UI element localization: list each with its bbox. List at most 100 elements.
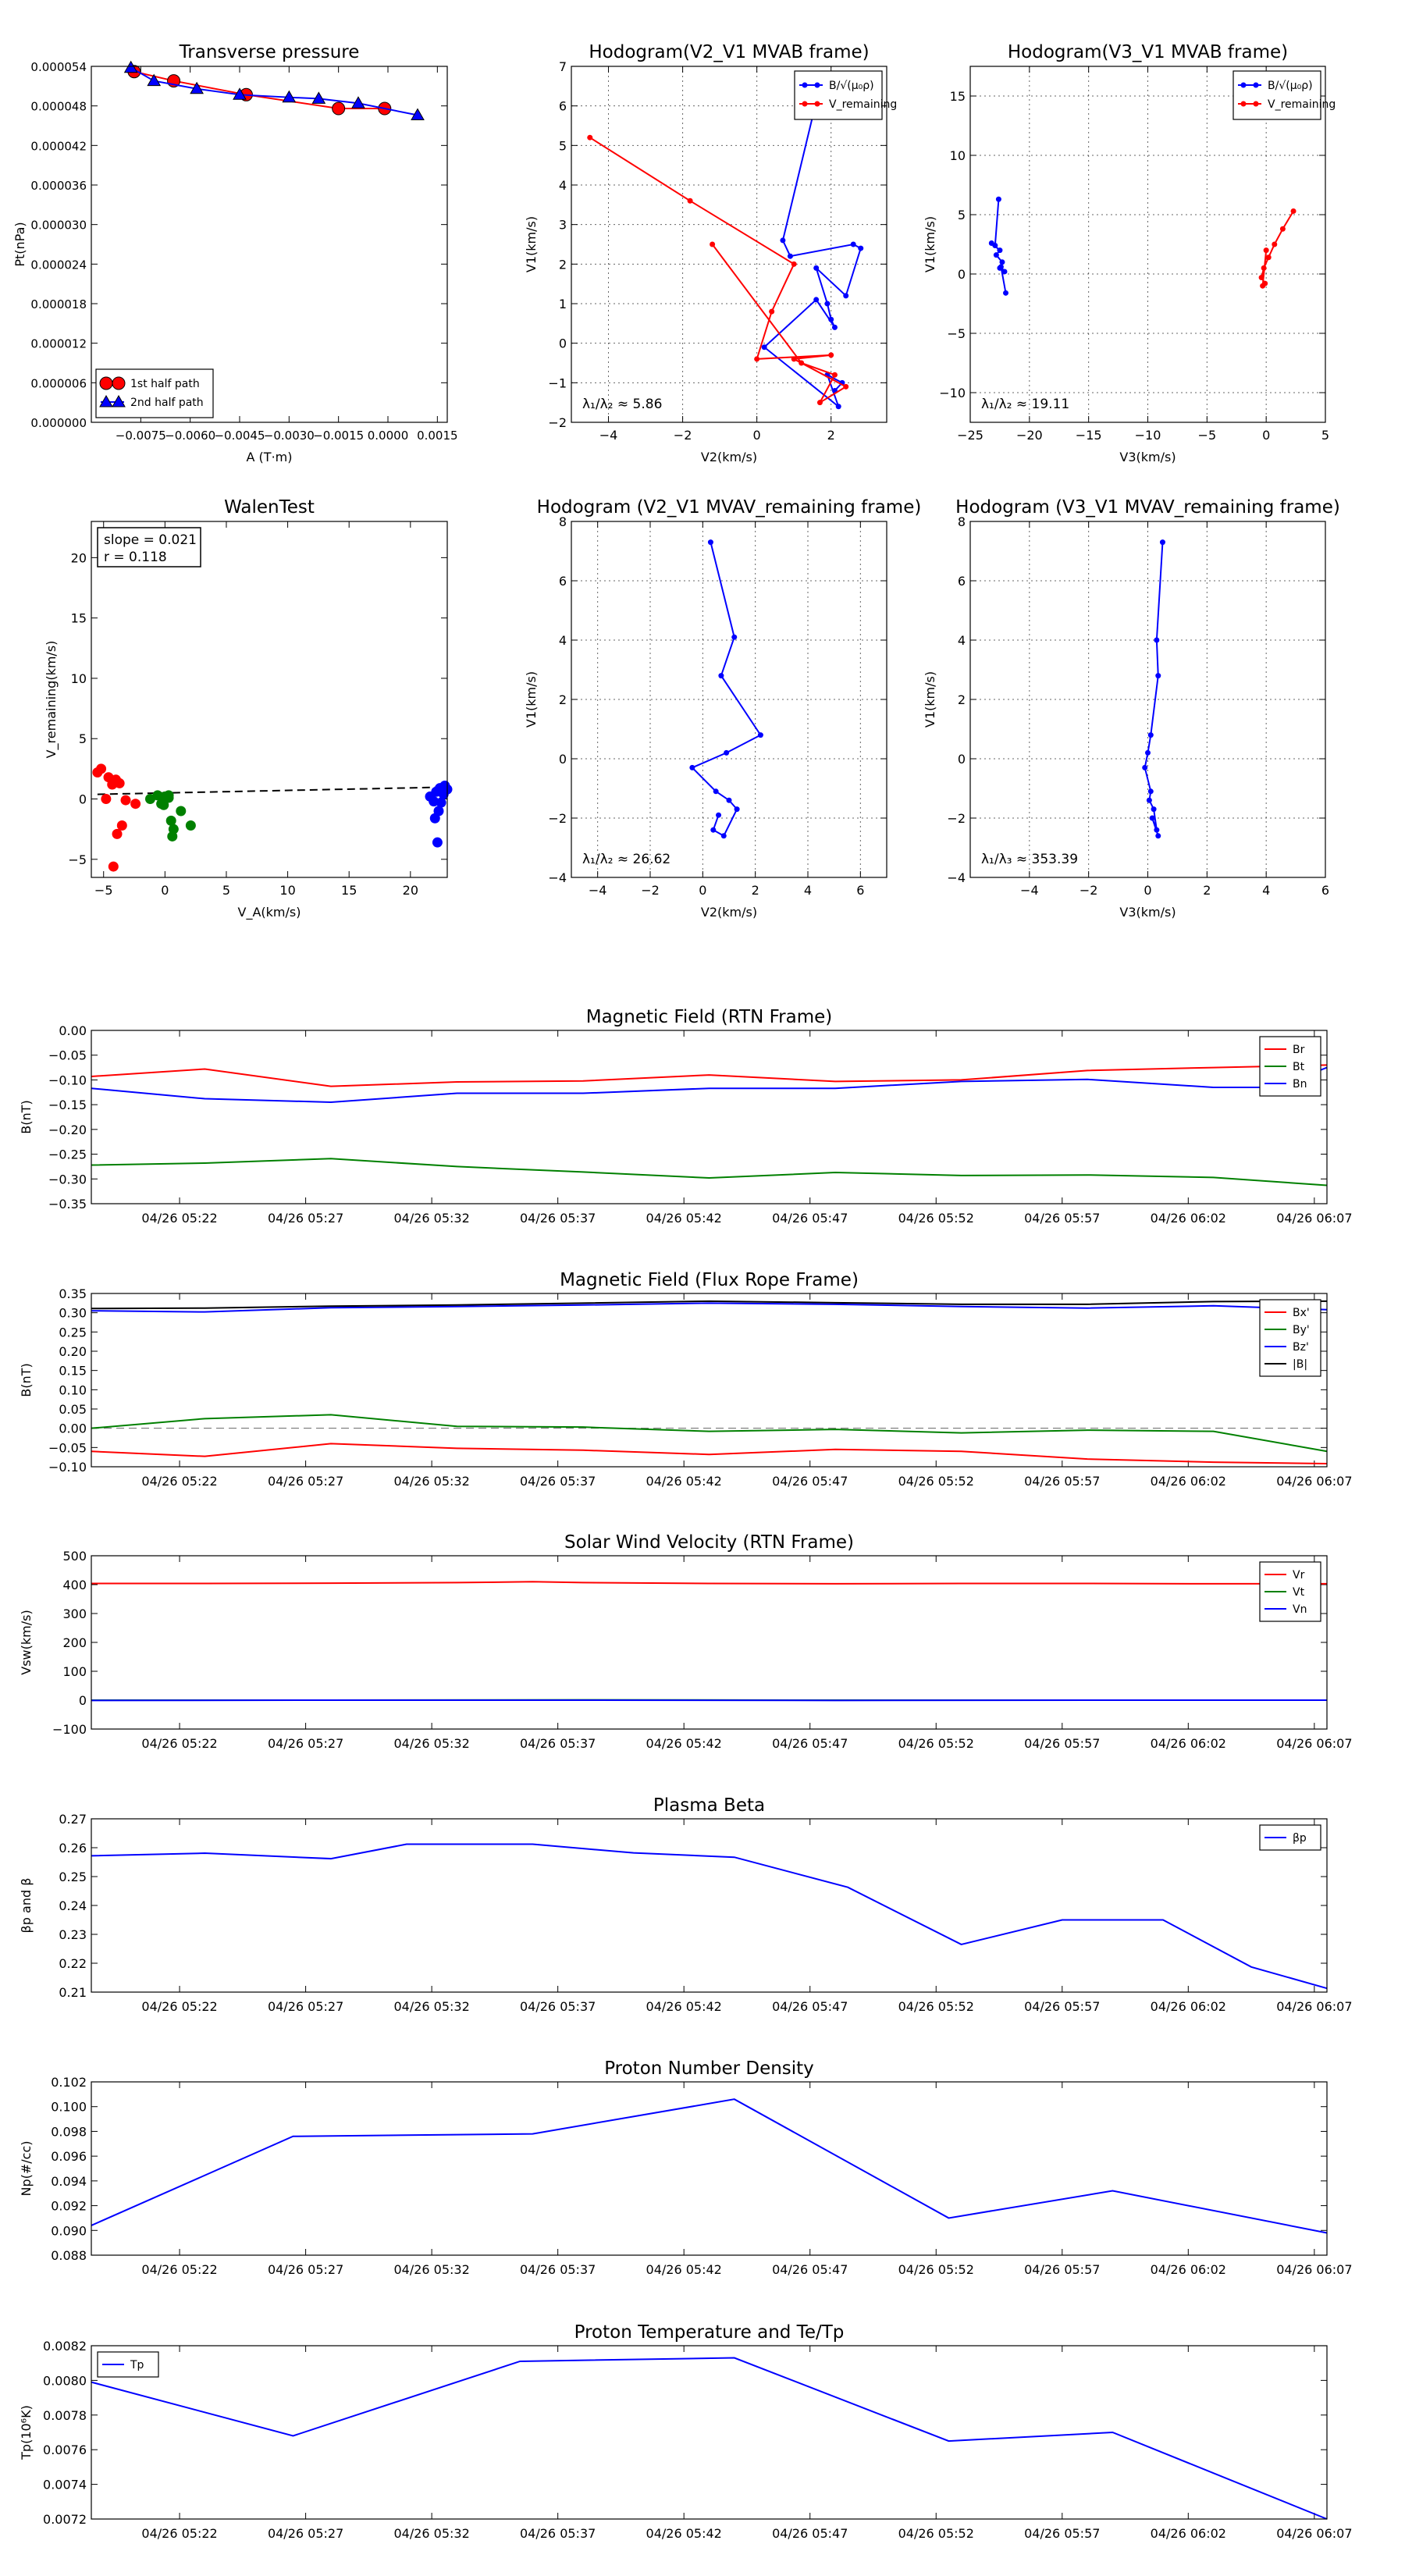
legend-label: Vn	[1293, 1603, 1307, 1616]
data-point	[1279, 226, 1286, 232]
y-tick-label: 2	[559, 692, 567, 707]
slope-text: slope = 0.021	[104, 532, 197, 548]
x-tick-label: 04/26 05:32	[393, 1474, 469, 1489]
data-point	[116, 820, 127, 831]
x-tick-label: 04/26 06:02	[1151, 1211, 1226, 1226]
legend-marker	[802, 82, 808, 88]
plot-area	[91, 2346, 1327, 2519]
y-tick-label: 0	[958, 267, 966, 282]
panel-proton-temperature: 0.0072 0.0074 0.0076 0.0078 0.0080 0.0082 04/2…	[19, 2322, 1353, 2541]
data-point	[997, 247, 1003, 254]
data-point	[429, 796, 439, 807]
data-point	[995, 196, 1001, 202]
data-point	[332, 101, 346, 116]
y-tick-label: 0.000030	[30, 219, 87, 233]
x-tick-label: 15	[341, 883, 357, 898]
x-tick-label: −0.0045	[214, 429, 265, 443]
panel-hodogram-v2v1-mvav: −4−202468−4 −2 0 2 4 6Hodogram (V2_V1 MVAV_re…	[524, 497, 921, 920]
x-tick-label: −25	[957, 428, 984, 443]
y-tick-label: 0.25	[59, 1325, 87, 1340]
data-point	[835, 404, 841, 410]
x-tick-label: 04/26 05:32	[393, 2526, 469, 2541]
x-tick-label: 04/26 05:27	[268, 1736, 343, 1751]
x-tick-label: −0.0060	[165, 429, 215, 443]
y-tick-label: 0.092	[51, 2199, 87, 2214]
data-point	[761, 344, 767, 350]
x-tick-label: −0.0030	[264, 429, 315, 443]
x-tick-label: 04/26 05:52	[898, 2526, 974, 2541]
panel-magnetic-field-flux-rope: −0.10 −0.05 0.00 0.05 0.10 0.15 0.20 0.25 0.30 0.…	[19, 1270, 1353, 1489]
x-tick-label: 04/26 05:32	[393, 1999, 469, 2014]
x-tick-label: 04/26 05:47	[772, 1474, 848, 1489]
x-tick-label: 04/26 05:52	[898, 1211, 974, 1226]
x-tick-label: 04/26 05:27	[268, 2262, 343, 2277]
x-tick-label: 04/26 05:47	[772, 1999, 848, 2014]
data-point	[1147, 788, 1154, 795]
y-tick-label: 2	[559, 257, 567, 272]
y-tick-label: 0.21	[59, 1985, 87, 2000]
data-point	[1265, 254, 1272, 261]
data-point	[999, 259, 1005, 265]
y-tick-label: −2	[947, 811, 966, 826]
legend-label: Bx'	[1293, 1307, 1310, 1319]
panel-walen-test: −5 0 5 10 15 20 −5 0 5 10 15 20 WalenTest V_A(km/s) V_…	[44, 497, 453, 920]
panel-title: Solar Wind Velocity (RTN Frame)	[564, 1532, 854, 1553]
data-point	[724, 749, 730, 756]
x-tick-label: −0.0015	[313, 429, 364, 443]
x-tick-label: −4	[1020, 883, 1039, 898]
data-point	[587, 134, 593, 141]
y-tick-label: 5	[958, 208, 966, 222]
x-tick-label: 04/26 05:52	[898, 1999, 974, 2014]
y-tick-label: −0.15	[48, 1098, 87, 1112]
y-tick-label: 0.000000	[30, 416, 87, 430]
data-point	[176, 806, 187, 817]
x-tick-label: 04/26 05:27	[268, 1211, 343, 1226]
data-point	[831, 372, 838, 378]
x-tick-label: 04/26 05:22	[141, 1474, 217, 1489]
x-tick-label: 04/26 05:37	[520, 1474, 596, 1489]
panel-title: Hodogram(V3_V1 MVAB frame)	[1008, 42, 1288, 62]
y-tick-label: −5	[947, 326, 966, 341]
data-point	[163, 792, 174, 803]
data-point	[1147, 732, 1154, 738]
y-tick-label: 4	[559, 178, 567, 193]
y-tick-label: 0.0074	[43, 2478, 87, 2492]
legend-label: B/√(μ₀ρ)	[1268, 80, 1313, 92]
y-tick-label: 0.30	[59, 1306, 87, 1321]
x-tick-label: 0	[1144, 883, 1151, 898]
panel-title: Transverse pressure	[179, 42, 360, 62]
x-tick-label: 04/26 05:47	[772, 1736, 848, 1751]
data-point	[988, 240, 994, 246]
y-tick-label: 1	[559, 297, 567, 311]
x-tick-label: 2	[827, 428, 835, 443]
x-tick-label: 04/26 06:07	[1276, 1736, 1352, 1751]
y-tick-label: 2	[958, 692, 966, 707]
x-tick-label: 04/26 05:57	[1024, 1999, 1100, 2014]
x-tick-label: 04/26 05:52	[898, 1474, 974, 1489]
y-tick-label: 4	[958, 633, 966, 648]
x-tick-label: 04/26 05:47	[772, 2262, 848, 2277]
legend-label: 1st half path	[130, 378, 200, 390]
legend-label: By'	[1293, 1324, 1310, 1336]
x-tick-label: 04/26 05:52	[898, 2262, 974, 2277]
data-point	[167, 831, 178, 841]
panel-title: Magnetic Field (RTN Frame)	[586, 1007, 833, 1027]
x-tick-label: 04/26 05:32	[393, 2262, 469, 2277]
y-tick-label: 5	[559, 138, 567, 153]
data-point	[831, 324, 838, 330]
data-point	[799, 360, 805, 366]
y-tick-label: 400	[62, 1578, 87, 1592]
x-tick-label: 04/26 05:42	[646, 1211, 722, 1226]
panel-title: WalenTest	[224, 497, 315, 518]
x-tick-label: 04/26 06:07	[1276, 1999, 1352, 2014]
y-axis-label: B(nT)	[19, 1363, 34, 1397]
legend-label: |B|	[1293, 1358, 1307, 1371]
data-point	[718, 673, 724, 679]
data-point	[816, 400, 823, 406]
data-point	[726, 797, 732, 803]
x-tick-label: 04/26 05:37	[520, 2262, 596, 2277]
y-axis-label: B(nT)	[19, 1100, 34, 1133]
eigenvalue-ratio: λ₁/λ₂ ≈ 5.86	[582, 397, 662, 412]
x-tick-label: 04/26 05:37	[520, 2526, 596, 2541]
data-point	[1146, 797, 1152, 803]
